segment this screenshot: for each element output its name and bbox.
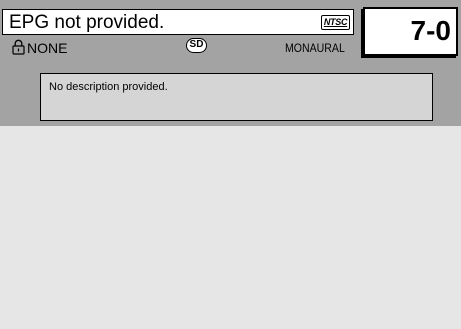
- channel-number: 7-0: [410, 15, 451, 46]
- program-title: EPG not provided.: [9, 12, 165, 33]
- parental-rating: NONE: [27, 40, 68, 56]
- lock-icon: [12, 39, 25, 55]
- ntsc-badge: NTSC: [321, 15, 350, 30]
- channel-number-box: 7-0: [363, 7, 458, 56]
- program-description: No description provided.: [49, 81, 168, 93]
- tv-screen: EPG not provided. NTSC 7-0 NONE SD MONAU…: [0, 0, 461, 329]
- program-title-box: EPG not provided. NTSC: [2, 9, 354, 35]
- program-info-banner: EPG not provided. NTSC 7-0 NONE SD MONAU…: [0, 0, 461, 126]
- audio-mode: MONAURAL: [285, 41, 345, 55]
- program-description-box: No description provided.: [40, 73, 433, 121]
- sd-badge: SD: [186, 38, 207, 53]
